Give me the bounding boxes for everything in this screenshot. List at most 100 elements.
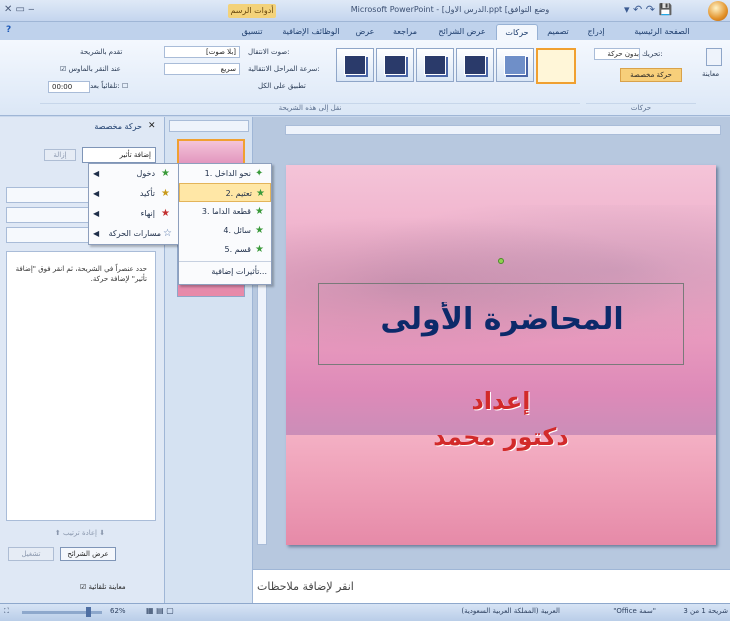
- close-icon[interactable]: ✕: [148, 121, 156, 131]
- submenu-item-fly-in[interactable]: 1. نحو الداخل ✦: [179, 164, 271, 183]
- transition-preview-icon: [384, 55, 406, 75]
- transition-sound-select[interactable]: [بلا صوت]: [164, 46, 240, 58]
- transition-group-label: نقل إلى هذه الشريحة: [40, 103, 580, 115]
- fit-window-icon[interactable]: ⛶: [4, 607, 18, 616]
- slides-pane-tabs[interactable]: [169, 120, 249, 132]
- slide-subtitle-1[interactable]: إعداد: [286, 387, 716, 415]
- entrance-star-icon: ★: [161, 168, 170, 179]
- submenu-item-label: 3. قطعة الداما: [201, 207, 251, 216]
- tab-home[interactable]: الصفحة الرئيسية: [616, 24, 708, 39]
- submenu-arrow-icon: ◀: [93, 229, 100, 238]
- transition-preview-icon: [504, 55, 526, 75]
- reorder-label[interactable]: ⬆ إعادة ترتيب ⬇: [40, 529, 120, 541]
- preview-icon: [706, 48, 722, 66]
- custom-animation-button[interactable]: حركة مخصصة: [620, 68, 682, 82]
- horizontal-ruler: [285, 125, 721, 135]
- menu-item-label: تأكيد: [139, 189, 155, 198]
- tab-view[interactable]: عرض: [350, 24, 380, 39]
- autopreview-label: معاينة تلقائية: [88, 583, 126, 591]
- ribbon-tabs: ? تنسيق الوظائف الإضافية عرض مراجعة عرض …: [0, 22, 730, 40]
- tab-design[interactable]: تصميم: [540, 24, 576, 39]
- window-controls[interactable]: ✕ ▭ ‒: [4, 4, 44, 18]
- transition-speed-label: سرعة المراحل الانتقالية:: [248, 65, 320, 73]
- notes-placeholder: انقر لإضافة ملاحظات: [257, 580, 354, 593]
- play-button[interactable]: تشغيل: [8, 547, 54, 561]
- advance-slide-label: تقدم بالشريحة: [80, 48, 123, 56]
- submenu-item-split[interactable]: 5. قسم ★: [179, 240, 271, 259]
- slide-title: المحاضرة الأولى: [380, 302, 624, 337]
- help-icon[interactable]: ?: [6, 25, 16, 37]
- on-mouse-click-label: عند النقر بالماوس: [68, 65, 121, 73]
- submenu-item-fade[interactable]: 2. تعتيم ★: [179, 183, 271, 202]
- add-effect-menu: ◀ دخول ★ ◀ تأكيد ★ ◀ إنهاء ★ ◀ مسارات ال…: [88, 163, 180, 245]
- title-placeholder[interactable]: المحاضرة الأولى: [318, 258, 684, 365]
- menu-item-label: دخول: [136, 169, 155, 178]
- reorder-text: إعادة ترتيب: [62, 529, 97, 537]
- view-buttons[interactable]: ▦ ▤ ▢: [146, 606, 186, 615]
- animations-group-label: حركات: [586, 103, 696, 115]
- transition-thumb-5[interactable]: [496, 48, 534, 82]
- language-indicator: العربية (المملكة العربية السعودية): [461, 607, 560, 615]
- transition-preview-icon: [464, 55, 486, 75]
- effect-star-icon: ★: [255, 206, 264, 217]
- tab-addins[interactable]: الوظائف الإضافية: [276, 24, 346, 39]
- auto-after-input[interactable]: 00:00: [48, 81, 90, 93]
- transition-thumb-none[interactable]: [536, 48, 576, 84]
- auto-after-checkbox[interactable]: تلقائياً بعد: ☐: [90, 82, 128, 90]
- on-mouse-click-checkbox[interactable]: ☑ عند النقر بالماوس: [60, 65, 121, 73]
- transition-thumb-2[interactable]: [376, 48, 414, 82]
- status-bar: ⛶ 62% ▦ ▤ ▢ العربية (المملكة العربية الس…: [0, 603, 730, 621]
- submenu-item-label: 1. نحو الداخل: [204, 169, 251, 178]
- tab-review[interactable]: مراجعة: [384, 24, 426, 39]
- add-effect-label: إضافة تأثير: [119, 151, 151, 159]
- slideshow-button[interactable]: عرض الشرائح: [60, 547, 116, 561]
- entrance-submenu: 1. نحو الداخل ✦ 2. تعتيم ★ 3. قطعة الدام…: [178, 163, 272, 285]
- effects-list[interactable]: حدد عنصراً في الشريحة، ثم انقر فوق "إضاف…: [6, 251, 156, 521]
- submenu-item-more-effects[interactable]: تأثيرات إضافية...: [179, 261, 271, 281]
- slide-subtitle-2[interactable]: دكتور محمد: [286, 423, 716, 451]
- transition-thumb-1[interactable]: [336, 48, 374, 82]
- submenu-arrow-icon: ◀: [93, 189, 100, 198]
- submenu-item-checkerboard[interactable]: 3. قطعة الداما ★: [179, 202, 271, 221]
- remove-button[interactable]: إزالة: [44, 149, 76, 161]
- add-effect-button[interactable]: إضافة تأثير: [82, 147, 156, 163]
- submenu-item-label: 2. تعتيم: [225, 189, 252, 198]
- menu-item-exit[interactable]: ◀ إنهاء ★: [89, 204, 179, 223]
- transition-thumb-4[interactable]: [456, 48, 494, 82]
- menu-item-label: مسارات الحركة: [108, 229, 161, 238]
- menu-item-motion-paths[interactable]: ◀ مسارات الحركة ☆: [89, 224, 179, 243]
- ribbon: تقدم بالشريحة ☑ عند النقر بالماوس تلقائي…: [0, 40, 730, 116]
- tab-format[interactable]: تنسيق: [230, 24, 274, 39]
- slide-canvas[interactable]: المحاضرة الأولى إعداد دكتور محمد: [286, 165, 716, 545]
- preview-button[interactable]: معاينة: [702, 70, 719, 78]
- drawing-tools-tab[interactable]: أدوات الرسم: [228, 4, 276, 18]
- exit-star-icon: ★: [161, 208, 170, 219]
- transition-speed-select[interactable]: سريع: [164, 63, 240, 75]
- menu-item-label: إنهاء: [140, 209, 155, 218]
- theme-indicator: "Office سمة": [613, 607, 656, 615]
- zoom-level[interactable]: 62%: [110, 607, 140, 615]
- effect-star-icon: ★: [255, 244, 264, 255]
- autopreview-checkbox[interactable]: ☑ معاينة تلقائية: [80, 583, 160, 595]
- menu-item-entrance[interactable]: ◀ دخول ★: [89, 164, 179, 183]
- animate-select[interactable]: بدون حركة: [594, 48, 640, 60]
- submenu-item-dissolve[interactable]: 4. سائل ★: [179, 221, 271, 240]
- notes-pane[interactable]: انقر لإضافة ملاحظات: [253, 569, 730, 603]
- emphasis-star-icon: ★: [161, 188, 170, 199]
- tab-insert[interactable]: إدراج: [580, 24, 612, 39]
- title-bar: ✕ ▭ ‒ أدوات الرسم Microsoft PowerPoint -…: [0, 0, 730, 22]
- effect-star-icon: ✦: [255, 168, 264, 179]
- transition-preview-icon: [424, 55, 446, 75]
- quick-access-toolbar[interactable]: ▾ ↶ ↷ 💾: [624, 3, 704, 19]
- slide-sea: [286, 435, 716, 545]
- transition-thumb-3[interactable]: [416, 48, 454, 82]
- transition-preview-icon: [344, 55, 366, 75]
- menu-item-emphasis[interactable]: ◀ تأكيد ★: [89, 184, 179, 203]
- tab-animations[interactable]: حركات: [496, 24, 538, 40]
- submenu-arrow-icon: ◀: [93, 209, 100, 218]
- office-button[interactable]: [708, 1, 728, 21]
- zoom-slider-thumb[interactable]: [86, 607, 91, 617]
- tab-slideshow[interactable]: عرض الشرائح: [430, 24, 494, 39]
- apply-to-all-button[interactable]: تطبيق على الكل: [258, 82, 306, 90]
- rotate-handle[interactable]: [498, 258, 504, 264]
